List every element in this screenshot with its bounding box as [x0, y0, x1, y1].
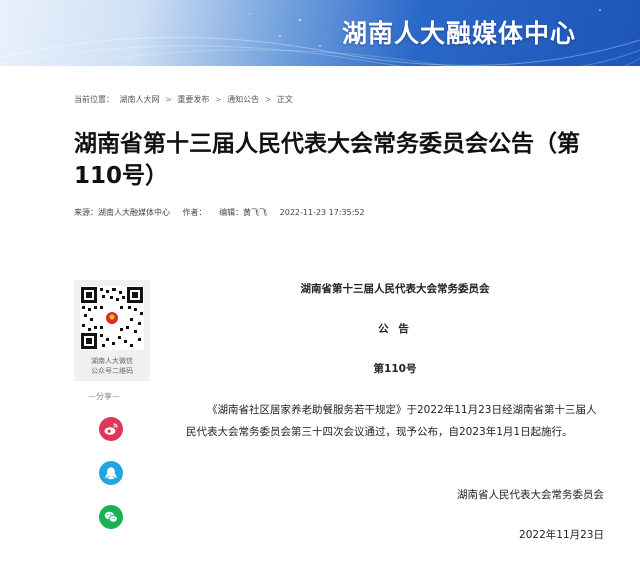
breadcrumb-separator: >: [165, 95, 172, 104]
breadcrumb-link-home[interactable]: 湖南人大网: [120, 95, 160, 104]
breadcrumb-prefix: 当前位置：: [74, 95, 114, 104]
share-wechat-button[interactable]: [99, 505, 123, 529]
banner-title: 湖南人大融媒体中心: [341, 19, 576, 48]
announcement-body: 《湖南省社区居家养老助餐服务若干规定》于2022年11月23日经湖南省第十三届人…: [186, 404, 597, 438]
breadcrumb: 当前位置： 湖南人大网 > 重要发布 > 通知公告 > 正文: [74, 94, 296, 105]
share-weibo-button[interactable]: [99, 417, 123, 441]
qr-code-icon: [81, 287, 143, 349]
share-label: —分享—: [88, 392, 120, 401]
announcement-heading: 公 告: [378, 323, 412, 335]
header-banner: 湖南人大融媒体中心: [0, 0, 640, 66]
article-meta: 来源：湖南人大融媒体中心 作者： 编辑：黄飞飞 2022-11-23 17:35…: [74, 207, 375, 218]
qr-caption-line2: 公众号二维码: [91, 367, 133, 375]
qq-icon: [104, 467, 118, 480]
breadcrumb-current: 正文: [276, 95, 293, 104]
qr-code-panel: 湖南人大微信 公众号二维码: [74, 280, 150, 381]
article-editor: 编辑：黄飞飞: [219, 208, 268, 217]
breadcrumb-separator: >: [214, 95, 222, 104]
announcement-date: 2022年11月23日: [519, 529, 604, 541]
article-title: 湖南省第十三届人民代表大会常务委员会公告（第110号）: [74, 131, 580, 189]
qr-caption-line1: 湖南人大微信: [91, 357, 133, 365]
announcement-signature: 湖南省人民代表大会常务委员会: [457, 489, 604, 501]
article-author: 作者：: [182, 208, 207, 217]
announcement-organization: 湖南省第十三届人民代表大会常务委员会: [300, 283, 490, 295]
qr-caption: 湖南人大微信 公众号二维码: [74, 356, 150, 376]
breadcrumb-separator: >: [264, 95, 272, 104]
wechat-icon: [104, 511, 118, 523]
weibo-icon: [104, 423, 118, 435]
qr-code-image: [80, 286, 144, 350]
share-qq-button[interactable]: [99, 461, 123, 485]
article-source: 来源：湖南人大融媒体中心: [74, 208, 170, 217]
breadcrumb-link-notices[interactable]: 通知公告: [227, 95, 259, 104]
breadcrumb-link-important[interactable]: 重要发布: [177, 95, 209, 104]
announcement-number: 第110号: [373, 363, 417, 375]
article-datetime: 2022-11-23 17:35:52: [279, 208, 365, 217]
